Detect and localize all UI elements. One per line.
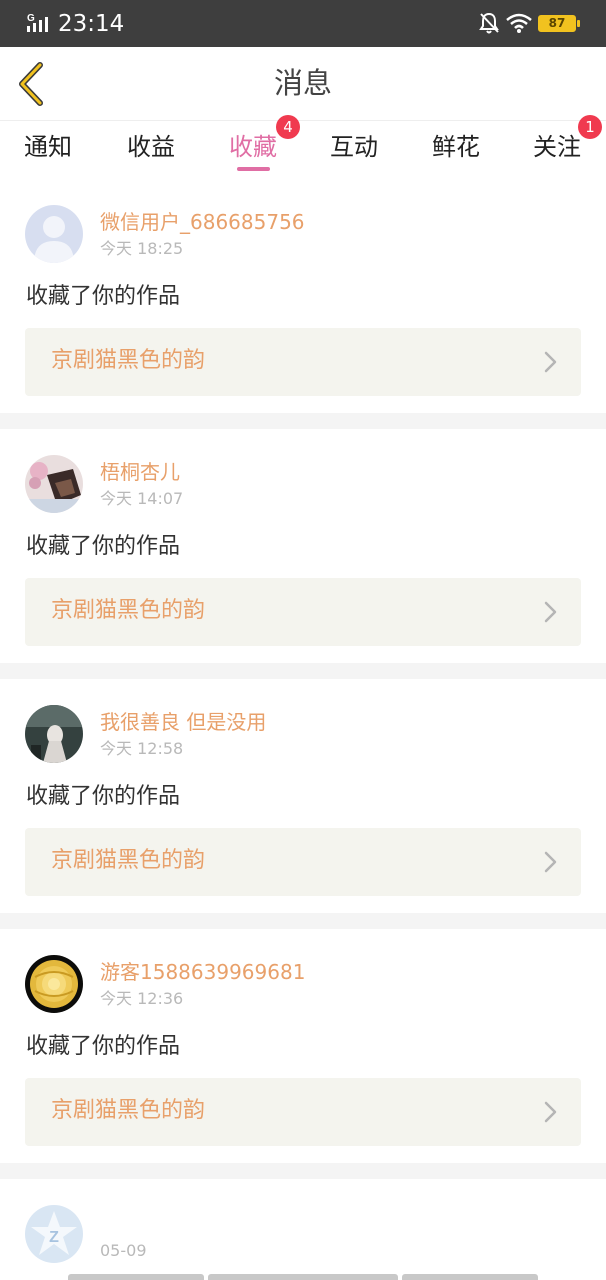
divider	[0, 663, 606, 679]
page-title: 消息	[273, 66, 332, 100]
work-title: 京剧猫黑色的韵	[51, 598, 206, 623]
tab-bar: 通知 收益 收藏 4 互动 鲜花 关注 1	[0, 115, 606, 179]
chevron-right-icon	[544, 351, 557, 373]
tab-notifications[interactable]: 通知	[8, 131, 88, 171]
message-item: 我很善良 但是没用 今天 12:58 收藏了你的作品 京剧猫黑色的韵	[0, 679, 606, 913]
username[interactable]: 游客1588639969681	[100, 959, 305, 985]
star-z-avatar[interactable]: Z	[25, 1205, 83, 1263]
active-tab-indicator	[237, 167, 270, 171]
bottom-scroll-indicator	[208, 1274, 398, 1280]
timestamp: 今天 14:07	[100, 489, 184, 508]
action-text: 收藏了你的作品	[26, 284, 181, 309]
photo-avatar[interactable]	[25, 705, 83, 763]
photo-avatar[interactable]	[25, 455, 83, 513]
action-text: 收藏了你的作品	[26, 1034, 181, 1059]
tab-earnings[interactable]: 收益	[111, 131, 191, 171]
bottom-scroll-indicator	[68, 1274, 204, 1280]
status-time: 23:14	[58, 11, 125, 37]
timestamp: 今天 12:36	[100, 989, 184, 1008]
svg-text:G: G	[27, 13, 35, 24]
status-bar: G 23:14 87	[0, 0, 606, 47]
divider	[0, 413, 606, 429]
work-title: 京剧猫黑色的韵	[51, 848, 206, 873]
message-list: 微信用户_686685756 今天 18:25 收藏了你的作品 京剧猫黑色的韵 …	[0, 179, 606, 1279]
tab-favorites-badge: 4	[276, 115, 300, 139]
battery-icon: 87	[538, 15, 580, 32]
timestamp: 今天 12:58	[100, 739, 184, 758]
battery-level: 87	[548, 16, 566, 30]
username[interactable]: 微信用户_686685756	[100, 209, 305, 235]
wifi-icon	[506, 13, 532, 33]
message-item: Z 05-09	[0, 1179, 606, 1279]
message-item: 游客1588639969681 今天 12:36 收藏了你的作品 京剧猫黑色的韵	[0, 929, 606, 1163]
yellow-flower-avatar[interactable]	[25, 955, 83, 1013]
message-item: 梧桐杏儿 今天 14:07 收藏了你的作品 京剧猫黑色的韵	[0, 429, 606, 663]
bell-off-icon	[479, 12, 499, 34]
username[interactable]: 我很善良 但是没用	[100, 709, 266, 735]
work-link[interactable]: 京剧猫黑色的韵	[25, 578, 581, 646]
work-title: 京剧猫黑色的韵	[51, 348, 206, 373]
timestamp: 今天 18:25	[100, 239, 184, 258]
action-text: 收藏了你的作品	[26, 534, 181, 559]
tab-flowers[interactable]: 鲜花	[416, 131, 496, 171]
tab-follows-badge: 1	[578, 115, 602, 139]
divider	[0, 913, 606, 929]
work-title: 京剧猫黑色的韵	[51, 1098, 206, 1123]
timestamp: 05-09	[100, 1241, 147, 1260]
action-text: 收藏了你的作品	[26, 784, 181, 809]
username[interactable]: 梧桐杏儿	[100, 459, 180, 485]
bottom-scroll-indicator	[402, 1274, 538, 1280]
chevron-left-icon[interactable]	[14, 61, 50, 107]
chevron-right-icon	[544, 851, 557, 873]
work-link[interactable]: 京剧猫黑色的韵	[25, 828, 581, 896]
work-link[interactable]: 京剧猫黑色的韵	[25, 1078, 581, 1146]
work-link[interactable]: 京剧猫黑色的韵	[25, 328, 581, 396]
chevron-right-icon	[544, 601, 557, 623]
signal-icon: G	[27, 13, 48, 32]
header: 消息	[0, 47, 606, 121]
default-user-avatar[interactable]	[25, 205, 83, 263]
message-item: 微信用户_686685756 今天 18:25 收藏了你的作品 京剧猫黑色的韵	[0, 179, 606, 413]
tab-interactions[interactable]: 互动	[314, 131, 394, 171]
svg-text:Z: Z	[49, 1229, 59, 1246]
chevron-right-icon	[544, 1101, 557, 1123]
divider	[0, 1163, 606, 1179]
